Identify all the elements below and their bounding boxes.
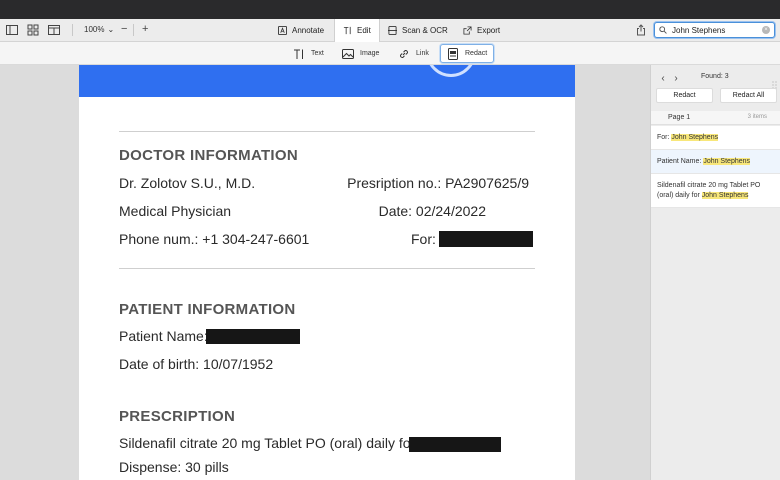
divider [119, 268, 535, 269]
zoom-in-button[interactable]: + [142, 22, 148, 37]
link-tool-label: Link [416, 50, 429, 57]
search-input[interactable] [672, 25, 762, 35]
tab-annotate[interactable]: Annotate [270, 19, 332, 42]
prescription-number: Presription no.: PA2907625/9 [347, 175, 529, 191]
image-tool-button[interactable]: Image [336, 44, 385, 63]
result-prefix: Patient Name: [657, 157, 704, 165]
share-icon[interactable] [634, 23, 648, 37]
prescription-heading: PRESCRIPTION [119, 408, 236, 425]
export-icon [463, 26, 472, 35]
tab-export[interactable]: Export [455, 19, 508, 42]
page-layout-icon[interactable] [47, 23, 61, 37]
dispense-line: Dispense: 30 pills [119, 459, 229, 475]
edit-text-icon [343, 26, 351, 35]
search-result-item[interactable]: Patient Name: John Stephens [651, 150, 780, 174]
redact-all-button[interactable]: Redact All [720, 88, 777, 103]
redaction-box[interactable] [206, 329, 300, 344]
panel-grip-icon[interactable] [772, 76, 777, 89]
doctor-phone: Phone num.: +1 304-247-6601 [119, 231, 310, 247]
link-tool-icon [400, 49, 408, 58]
redact-button[interactable]: Redact [656, 88, 713, 103]
result-match: John Stephens [701, 191, 749, 199]
result-prefix: For: [657, 133, 672, 141]
for-label: For: [411, 231, 436, 247]
search-results-panel: ‹ › Found: 3 Redact Redact All Page 1 3 … [650, 65, 780, 480]
results-page-header: Page 1 3 items [651, 111, 780, 125]
previous-result-icon[interactable]: ‹ [656, 72, 670, 86]
page-header-banner [79, 65, 575, 97]
text-tool-label: Text [311, 50, 324, 57]
redact-tool-icon [448, 47, 458, 60]
prescription-date: Date: 02/24/2022 [378, 203, 486, 219]
tab-scan-ocr-label: Scan & OCR [402, 26, 448, 35]
zoom-value: 100% [84, 25, 105, 34]
title-bar [0, 0, 780, 19]
redaction-box[interactable] [439, 231, 533, 247]
results-page-label: Page 1 [668, 114, 691, 121]
search-field[interactable]: × [654, 22, 775, 38]
search-result-item[interactable]: For: John Stephens [651, 126, 780, 150]
results-item-count: 3 items [747, 114, 767, 120]
pdf-page: DOCTOR INFORMATION Dr. Zolotov S.U., M.D… [79, 65, 575, 480]
text-tool-icon [294, 49, 303, 59]
scan-icon [388, 26, 397, 35]
doctor-info-heading: DOCTOR INFORMATION [119, 147, 298, 164]
result-match: John Stephens [703, 157, 751, 165]
link-tool-button[interactable]: Link [392, 44, 435, 63]
divider [119, 131, 535, 132]
tab-scan-ocr[interactable]: Scan & OCR [380, 19, 456, 42]
grid-view-icon[interactable] [26, 23, 40, 37]
patient-name-label: Patient Name: [119, 328, 208, 344]
image-tool-icon [342, 48, 354, 59]
clear-search-icon[interactable]: × [762, 26, 770, 34]
tab-annotate-label: Annotate [292, 26, 325, 35]
tab-edit[interactable]: Edit [334, 19, 380, 42]
date-of-birth: Date of birth: 10/07/1952 [119, 356, 274, 372]
edit-subtoolbar: Text Image Link Redact [0, 42, 780, 65]
annotate-icon [278, 26, 287, 35]
doctor-name: Dr. Zolotov S.U., M.D. [119, 175, 256, 191]
tab-export-label: Export [477, 26, 501, 35]
found-count: Found: 3 [701, 73, 729, 80]
prescription-line: Sildenafil citrate 20 mg Tablet PO (oral… [119, 435, 416, 451]
patient-info-heading: PATIENT INFORMATION [119, 301, 296, 318]
zoom-select[interactable]: 100% ⌄ [84, 23, 114, 37]
redact-tool-button[interactable]: Redact [440, 44, 495, 63]
result-match: John Stephens [671, 133, 719, 141]
document-canvas[interactable]: DOCTOR INFORMATION Dr. Zolotov S.U., M.D… [0, 65, 650, 480]
toolbar-divider [133, 24, 134, 36]
search-result-item[interactable]: Sildenafil citrate 20 mg Tablet PO (oral… [651, 174, 780, 208]
image-tool-label: Image [360, 50, 380, 57]
toolbar-divider [72, 24, 73, 36]
next-result-icon[interactable]: › [669, 72, 683, 86]
doctor-specialty: Medical Physician [119, 203, 232, 219]
redaction-box[interactable] [409, 437, 501, 452]
sidebar-toggle-icon[interactable] [5, 23, 19, 37]
text-tool-button[interactable]: Text [287, 44, 330, 63]
chevron-down-icon: ⌄ [107, 25, 115, 34]
tab-edit-label: Edit [357, 26, 371, 35]
zoom-out-button[interactable]: − [121, 22, 127, 37]
redact-tool-label: Redact [465, 50, 488, 57]
search-icon [659, 26, 667, 34]
logo-icon [426, 65, 476, 77]
